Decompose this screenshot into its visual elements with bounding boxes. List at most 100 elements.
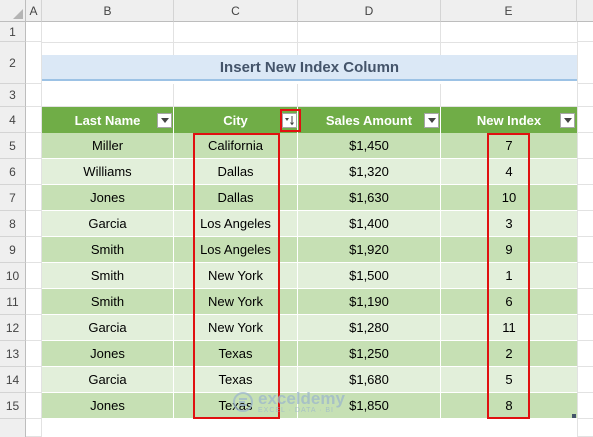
sales-amount-cell[interactable]: $1,920 [298,237,441,263]
last-name-cell[interactable]: Jones [42,393,174,419]
row-header[interactable]: 15 [0,393,26,419]
gridline [577,106,593,107]
last-name-cell[interactable]: Smith [42,263,174,289]
gridline [577,288,593,289]
last-name-cell[interactable]: Miller [42,133,174,159]
new-index-column-highlight [487,133,530,419]
row-header[interactable]: 1 [0,22,26,42]
gridline [26,314,42,315]
dropdown-arrow-icon [563,118,572,123]
gridline [577,83,593,84]
gridline [26,158,42,159]
select-all-triangle-icon [13,9,23,19]
last-name-cell[interactable]: Jones [42,185,174,211]
last-name-cell[interactable]: Garcia [42,315,174,341]
column-header-e[interactable]: E [441,0,577,22]
row-header[interactable]: 2 [0,42,26,84]
row-header[interactable]: 13 [0,341,26,367]
gridline-e-f [577,22,578,437]
row-header[interactable]: 14 [0,367,26,393]
gridline [173,22,174,55]
column-header-f-partial[interactable] [577,0,593,22]
gridline [577,366,593,367]
row-header-partial[interactable] [0,419,26,437]
gridline [26,236,42,237]
city-column-highlight [193,133,280,419]
header-sales-amount[interactable]: Sales Amount [298,107,441,133]
header-new-index-label: New Index [476,112,542,128]
gridline [577,392,593,393]
last-name-cell[interactable]: Smith [42,289,174,315]
row-header[interactable]: 11 [0,289,26,315]
row-header[interactable]: 4 [0,107,26,133]
gridline [577,314,593,315]
row-header[interactable]: 10 [0,263,26,289]
gridline [26,41,42,42]
header-last-name[interactable]: Last Name [42,107,174,133]
gridline [577,262,593,263]
gridline [577,41,593,42]
column-header-c[interactable]: C [174,0,298,22]
dropdown-arrow-icon [427,118,436,123]
header-last-name-label: Last Name [74,112,141,128]
gridline [577,132,593,133]
column-header-a[interactable]: A [26,0,42,22]
gridline [26,262,42,263]
gridline [26,83,42,84]
row-header[interactable]: 6 [0,159,26,185]
last-name-cell[interactable]: Garcia [42,211,174,237]
gridline [577,210,593,211]
row-header[interactable]: 7 [0,185,26,211]
row-header[interactable]: 8 [0,211,26,237]
dropdown-arrow-icon [160,118,169,123]
row-header[interactable]: 9 [0,237,26,263]
row-header[interactable]: 5 [0,133,26,159]
sales-amount-cell[interactable]: $1,630 [298,185,441,211]
gridline [26,288,42,289]
new-index-filter-button[interactable] [560,113,575,128]
header-new-index[interactable]: New Index [441,107,577,133]
last-name-cell[interactable]: Garcia [42,367,174,393]
sales-amount-cell[interactable]: $1,320 [298,159,441,185]
gridline [26,132,42,133]
gridline [42,42,577,43]
column-header-b[interactable]: B [42,0,174,22]
gridline [26,106,42,107]
gridline [26,210,42,211]
sales-amount-cell[interactable]: $1,190 [298,289,441,315]
gridline [577,184,593,185]
last-name-filter-button[interactable] [157,113,172,128]
last-name-cell[interactable]: Smith [42,237,174,263]
gridline [173,84,174,107]
gridline [297,84,298,107]
sales-amount-filter-button[interactable] [424,113,439,128]
gridline [440,84,441,107]
gridline [577,340,593,341]
last-name-cell[interactable]: Jones [42,341,174,367]
table-resize-handle[interactable] [572,414,576,418]
header-sales-amount-label: Sales Amount [325,112,413,128]
watermark-tagline: EXCEL · DATA · BI [258,407,334,414]
gridline [26,340,42,341]
sales-amount-cell[interactable]: $1,250 [298,341,441,367]
page-title[interactable]: Insert New Index Column [42,55,577,81]
gridline [26,366,42,367]
column-header-d[interactable]: D [298,0,441,22]
exceldemy-watermark: exceldemy EXCEL · DATA · BI [232,390,345,414]
sales-amount-cell[interactable]: $1,500 [298,263,441,289]
sales-amount-cell[interactable]: $1,280 [298,315,441,341]
gridline [297,22,298,55]
gridline [577,418,593,419]
gridline [440,22,441,55]
gridline [577,236,593,237]
last-name-cell[interactable]: Williams [42,159,174,185]
sales-amount-cell[interactable]: $1,400 [298,211,441,237]
sales-amount-cell[interactable]: $1,450 [298,133,441,159]
row-header[interactable]: 3 [0,84,26,107]
watermark-brand: exceldemy [258,389,345,408]
select-all-corner[interactable] [0,0,26,22]
row-header[interactable]: 12 [0,315,26,341]
header-city-label: City [223,112,248,128]
city-filter-highlight [280,109,301,132]
gridline [26,392,42,393]
